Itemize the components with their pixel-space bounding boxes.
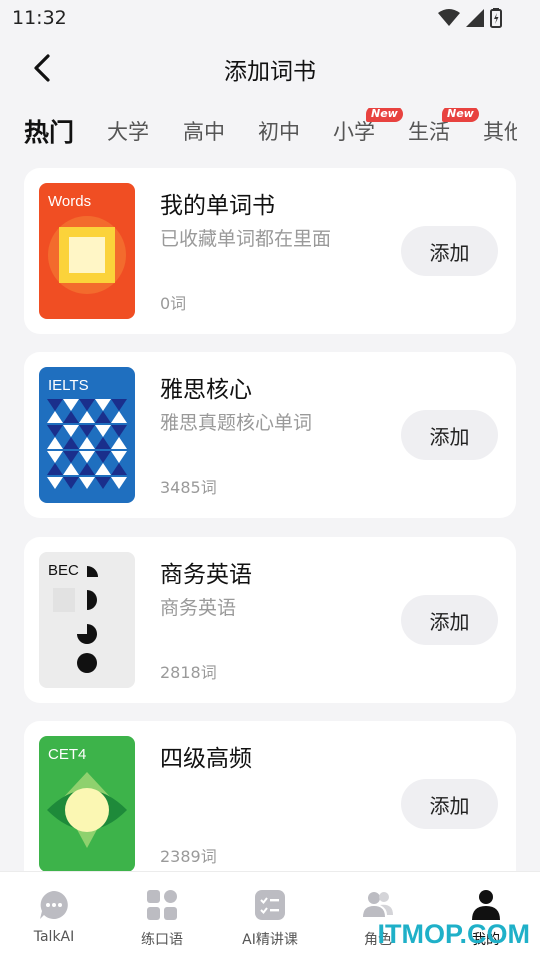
add-button[interactable]: 添加 bbox=[401, 595, 498, 645]
book-description: 雅思真题核心单词 bbox=[160, 412, 313, 434]
watermark: ITMOP.COM bbox=[377, 919, 530, 949]
word-count: 0词 bbox=[160, 294, 187, 313]
status-icons bbox=[438, 8, 502, 28]
word-count: 3485词 bbox=[160, 478, 217, 497]
word-count: 2389词 bbox=[160, 847, 217, 866]
book-cover: Words bbox=[39, 183, 135, 319]
book-title: 我的单词书 bbox=[160, 193, 275, 219]
book-card: BEC 商务英语 商务英语 2818词 添加 bbox=[24, 537, 516, 703]
word-count: 2818词 bbox=[160, 663, 217, 682]
cover-art bbox=[48, 216, 126, 294]
nav-label: TalkAI bbox=[33, 929, 75, 945]
book-cover: IELTS bbox=[39, 367, 135, 503]
book-title: 商务英语 bbox=[160, 562, 252, 588]
book-card: IELTS 雅思核心 雅思真题核心单词 3485词 添加 bbox=[24, 352, 516, 518]
add-button[interactable]: 添加 bbox=[401, 410, 498, 460]
book-card: Words 我的单词书 已收藏单词都在里面 0词 添加 bbox=[24, 168, 516, 334]
grid-icon bbox=[147, 890, 177, 920]
book-cover: CET4 bbox=[39, 736, 135, 872]
category-tabs: 热门 大学 高中 初中 小学 New 生活 New 其他 bbox=[0, 108, 517, 158]
status-time: 11:32 bbox=[12, 7, 67, 29]
book-title: 雅思核心 bbox=[160, 377, 252, 403]
nav-talkai[interactable]: TalkAI bbox=[0, 872, 108, 960]
book-description: 商务英语 bbox=[160, 597, 237, 619]
nav-label: AI精讲课 bbox=[242, 932, 298, 948]
cover-art bbox=[47, 772, 127, 848]
tab-university[interactable]: 大学 bbox=[107, 116, 149, 146]
add-button[interactable]: 添加 bbox=[401, 779, 498, 829]
nav-ai-course[interactable]: AI精讲课 bbox=[216, 872, 324, 960]
book-cover: BEC bbox=[39, 552, 135, 688]
new-badge: New bbox=[442, 108, 479, 122]
book-description: 已收藏单词都在里面 bbox=[160, 228, 332, 250]
nav-practice-speaking[interactable]: 练口语 bbox=[108, 872, 216, 960]
status-bar: 11:32 bbox=[0, 0, 540, 38]
book-card: CET4 四级高频 2389词 添加 bbox=[24, 721, 516, 887]
checklist-icon bbox=[255, 890, 285, 920]
battery-icon bbox=[490, 8, 502, 28]
add-button[interactable]: 添加 bbox=[401, 226, 498, 276]
tab-hot[interactable]: 热门 bbox=[24, 113, 74, 149]
person-icon bbox=[472, 890, 500, 920]
signal-icon bbox=[466, 9, 484, 27]
new-badge: New bbox=[366, 108, 403, 122]
wifi-icon bbox=[438, 9, 460, 26]
people-icon bbox=[363, 892, 393, 917]
tab-other[interactable]: 其他 bbox=[483, 116, 517, 146]
cover-art bbox=[53, 566, 98, 673]
book-title: 四级高频 bbox=[160, 746, 252, 772]
page-title: 添加词书 bbox=[224, 59, 316, 85]
cover-art bbox=[47, 399, 127, 489]
chat-bubble-icon bbox=[40, 891, 68, 919]
tab-middle-school[interactable]: 初中 bbox=[258, 116, 300, 146]
nav-bar: 添加词书 bbox=[0, 38, 540, 98]
tab-high-school[interactable]: 高中 bbox=[183, 116, 225, 146]
nav-label: 练口语 bbox=[141, 932, 183, 948]
